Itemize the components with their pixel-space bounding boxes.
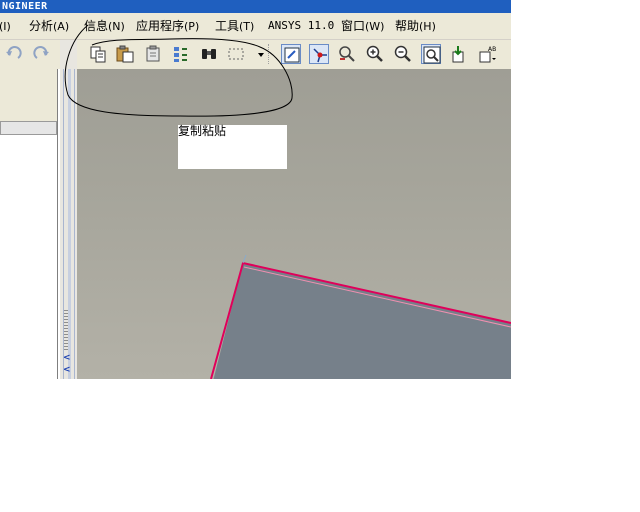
window-title: NGINEER	[2, 1, 48, 12]
menu-ansys[interactable]: ANSYS 11.0	[268, 18, 334, 34]
spin-center-button[interactable]	[309, 44, 329, 64]
zoom-out-icon	[394, 45, 411, 62]
zoom-in-icon	[366, 45, 383, 62]
annotation-label: 复制粘贴	[178, 124, 287, 169]
paste-special-button[interactable]	[144, 44, 164, 64]
redo-button[interactable]	[31, 44, 51, 64]
copy-icon	[90, 46, 106, 63]
menu-tools[interactable]: 工具(T)	[215, 18, 254, 35]
paste-button[interactable]	[115, 44, 135, 64]
undo-button[interactable]	[4, 44, 24, 64]
zoom-in-button[interactable]	[365, 44, 385, 64]
model-tree-header[interactable]	[0, 121, 57, 135]
model-tree-panel	[0, 69, 60, 379]
menu-window[interactable]: 窗口(W)	[341, 18, 384, 35]
toolbar-separator	[268, 44, 271, 64]
saved-view-icon	[452, 46, 464, 63]
menu-insert[interactable]: (I)	[0, 18, 11, 35]
redo-icon	[33, 46, 49, 59]
undo-icon	[6, 46, 22, 59]
orient-icon	[339, 46, 355, 62]
vertex-marker	[242, 254, 247, 264]
app-window: NGINEER (I) 分析(A) 信息(N) 应用程序(P) 工具(T) AN…	[0, 0, 511, 379]
select-dropdown[interactable]	[251, 44, 264, 64]
svg-text:AB: AB	[488, 46, 496, 53]
refit-button[interactable]	[421, 44, 441, 64]
panel-sash[interactable]: < <	[60, 40, 77, 379]
model-geometry	[210, 254, 511, 379]
reorder-button[interactable]	[171, 44, 191, 64]
select-box-icon	[228, 48, 244, 60]
reorder-icon	[174, 47, 187, 62]
collapse-arrow-icon[interactable]: <	[63, 366, 71, 375]
panel-border	[57, 69, 58, 379]
paste-icon	[116, 45, 134, 63]
find-icon	[202, 49, 216, 59]
title-bar: NGINEER	[0, 0, 511, 13]
repaint-button[interactable]	[281, 44, 301, 64]
collapse-arrow-icon[interactable]: <	[63, 354, 71, 363]
zoom-out-button[interactable]	[393, 44, 413, 64]
refit-icon	[423, 46, 441, 64]
menu-info[interactable]: 信息(N)	[84, 18, 125, 35]
spin-center-icon	[313, 48, 327, 63]
find-button[interactable]	[199, 44, 219, 64]
menu-help[interactable]: 帮助(H)	[395, 18, 436, 35]
graphics-viewport[interactable]	[77, 69, 511, 379]
menu-bar: (I) 分析(A) 信息(N) 应用程序(P) 工具(T) ANSYS 11.0…	[0, 13, 511, 40]
copy-button[interactable]	[88, 44, 108, 64]
menu-applications[interactable]: 应用程序(P)	[136, 18, 199, 35]
orient-button[interactable]	[337, 44, 357, 64]
repaint-icon	[284, 47, 300, 63]
paste-special-icon	[146, 45, 160, 62]
select-box-button[interactable]	[227, 44, 247, 64]
part-surface	[213, 263, 511, 379]
menu-analysis[interactable]: 分析(A)	[29, 18, 69, 35]
panel-header	[0, 69, 58, 121]
annotation-display-icon: AB	[479, 46, 496, 63]
saved-view-button[interactable]	[449, 44, 469, 64]
sash-grip[interactable]	[64, 310, 68, 350]
annotation-display-button[interactable]: AB	[477, 44, 497, 64]
